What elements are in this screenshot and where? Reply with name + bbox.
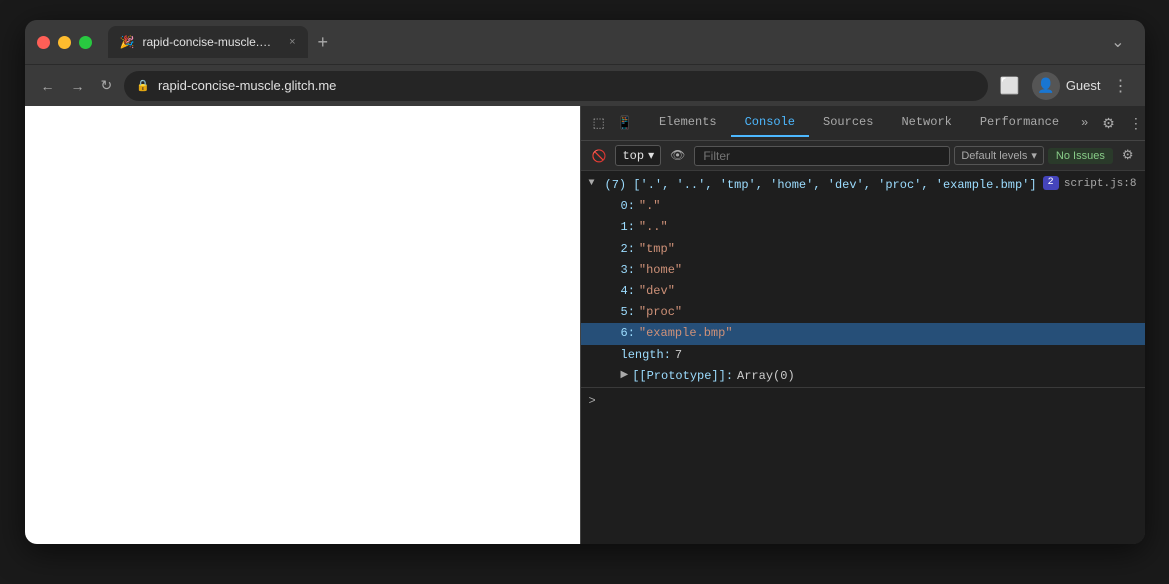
item-key-0: 0: <box>621 197 635 216</box>
array-summary: (7) ['.', '..', 'tmp', 'home', 'dev', 'p… <box>605 176 1037 195</box>
tab-console[interactable]: Console <box>731 109 809 137</box>
context-selector[interactable]: top ▾ <box>615 145 661 166</box>
item-val-3: "home" <box>639 261 682 280</box>
devtools-settings-icon[interactable]: ⚙ <box>1096 111 1121 136</box>
item-val-6: "example.bmp" <box>639 324 733 343</box>
devtools-icons-left: ⬚ 📱 <box>585 111 641 135</box>
console-prompt: > <box>589 392 596 411</box>
console-array-row[interactable]: ▼ (7) ['.', '..', 'tmp', 'home', 'dev', … <box>581 175 1145 196</box>
prototype-val: Array(0) <box>737 367 795 386</box>
new-tab-button[interactable]: + <box>310 30 337 55</box>
forward-button[interactable]: → <box>67 74 89 98</box>
item-val-0: "." <box>639 197 661 216</box>
back-button[interactable]: ← <box>37 74 59 98</box>
item-key-4: 4: <box>621 282 635 301</box>
close-button[interactable] <box>37 36 50 49</box>
reload-button[interactable]: ↻ <box>97 73 117 98</box>
clear-console-icon[interactable]: 🚫 <box>587 146 612 166</box>
item-key-6: 6: <box>621 324 635 343</box>
item-key-5: 5: <box>621 303 635 322</box>
tab-performance[interactable]: Performance <box>966 109 1073 137</box>
more-options-button[interactable]: ⋮ <box>1109 72 1133 100</box>
address-input[interactable] <box>158 78 976 93</box>
tab-sources[interactable]: Sources <box>809 109 887 137</box>
array-badge: 2 <box>1043 176 1059 190</box>
active-tab[interactable]: 🎉 rapid-concise-muscle.glitch.m… × <box>108 26 308 58</box>
title-bar: 🎉 rapid-concise-muscle.glitch.m… × + ⌄ <box>25 20 1145 64</box>
traffic-lights <box>37 36 92 49</box>
item-row-0: 0: "." <box>581 196 1145 217</box>
toolbar-right: ⬜ 👤 Guest ⋮ <box>996 72 1133 100</box>
tab-title: rapid-concise-muscle.glitch.m… <box>142 35 277 49</box>
no-issues-button[interactable]: No Issues <box>1048 148 1113 164</box>
devtools-settings-buttons: ⚙ ⋮ ✕ <box>1096 111 1144 136</box>
cast-button[interactable]: ⬜ <box>996 72 1024 100</box>
minimize-button[interactable] <box>58 36 71 49</box>
item-row-4: 4: "dev" <box>581 281 1145 302</box>
item-row-2: 2: "tmp" <box>581 239 1145 260</box>
item-row-6: 6: "example.bmp" <box>581 323 1145 344</box>
page-content <box>25 106 580 544</box>
console-settings-icon[interactable]: ⚙ <box>1117 145 1139 166</box>
length-property: length: 7 <box>581 345 1145 366</box>
address-bar-container: 🔒 <box>124 71 988 101</box>
tab-elements[interactable]: Elements <box>645 109 731 137</box>
item-row-3: 3: "home" <box>581 260 1145 281</box>
console-input-row: > <box>581 387 1145 415</box>
account-button[interactable]: 👤 Guest <box>1032 72 1101 100</box>
inspect-element-icon[interactable]: ⬚ <box>589 111 609 135</box>
context-label: top <box>622 149 644 163</box>
maximize-button[interactable] <box>79 36 92 49</box>
levels-dropdown-arrow: ▾ <box>1031 149 1037 162</box>
tab-favicon: 🎉 <box>120 35 135 49</box>
devtools-panel: ⬚ 📱 Elements Console Sources Network Per… <box>580 106 1145 544</box>
tab-close-icon[interactable]: × <box>289 36 295 48</box>
default-levels-button[interactable]: Default levels ▾ <box>954 146 1044 165</box>
toolbar: ← → ↻ 🔒 ⬜ 👤 Guest ⋮ <box>25 64 1145 106</box>
length-val: 7 <box>675 346 682 365</box>
window-controls: ⌄ <box>1103 28 1132 56</box>
default-levels-label: Default levels <box>961 150 1027 162</box>
prototype-row[interactable]: ▶ [[Prototype]]: Array(0) <box>581 366 1145 387</box>
device-toolbar-icon[interactable]: 📱 <box>613 111 637 135</box>
source-link[interactable]: script.js:8 <box>1064 176 1137 194</box>
item-key-2: 2: <box>621 240 635 259</box>
item-key-3: 3: <box>621 261 635 280</box>
devtools-tabs: ⬚ 📱 Elements Console Sources Network Per… <box>581 106 1145 141</box>
item-val-5: "proc" <box>639 303 682 322</box>
prototype-key: [[Prototype]]: <box>632 367 733 386</box>
item-row-5: 5: "proc" <box>581 302 1145 323</box>
content-area: ⬚ 📱 Elements Console Sources Network Per… <box>25 106 1145 544</box>
item-val-2: "tmp" <box>639 240 675 259</box>
prototype-expand-icon[interactable]: ▶ <box>621 368 629 384</box>
console-output: ▼ (7) ['.', '..', 'tmp', 'home', 'dev', … <box>581 171 1145 544</box>
console-input[interactable] <box>602 394 1137 408</box>
item-val-1: ".." <box>639 218 668 237</box>
account-label: Guest <box>1066 78 1101 93</box>
devtools-tab-list: Elements Console Sources Network Perform… <box>645 109 1096 137</box>
devtools-console-toolbar: 🚫 top ▾ 👁 Default levels ▾ No Issues ⚙ <box>581 141 1145 171</box>
account-icon: 👤 <box>1032 72 1060 100</box>
more-tabs-button[interactable]: » <box>1073 112 1096 134</box>
expand-arrow[interactable]: ▼ <box>589 176 595 192</box>
item-key-1: 1: <box>621 218 635 237</box>
length-key: length: <box>621 346 671 365</box>
context-dropdown-arrow: ▾ <box>648 148 654 163</box>
devtools-more-icon[interactable]: ⋮ <box>1123 111 1145 136</box>
eye-icon[interactable]: 👁 <box>665 145 690 166</box>
browser-window: 🎉 rapid-concise-muscle.glitch.m… × + ⌄ ←… <box>25 20 1145 544</box>
item-val-4: "dev" <box>639 282 675 301</box>
tab-network[interactable]: Network <box>887 109 965 137</box>
lock-icon: 🔒 <box>136 79 150 92</box>
item-row-1: 1: ".." <box>581 217 1145 238</box>
tab-bar: 🎉 rapid-concise-muscle.glitch.m… × + <box>108 26 1096 58</box>
filter-input[interactable] <box>694 146 950 166</box>
